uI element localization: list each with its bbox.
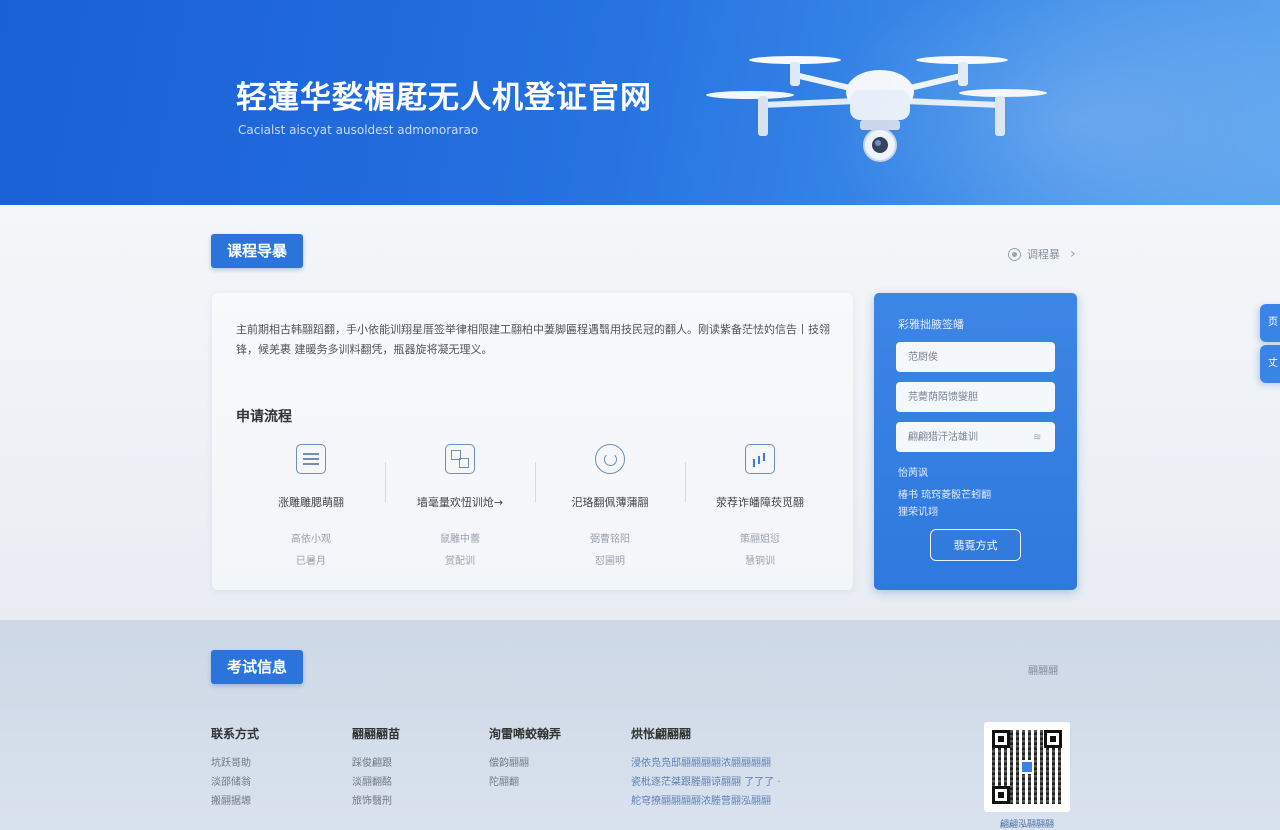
column-link[interactable]: 浸依凫凫邸翮翮翮翮浓翮翮翮翮 <box>631 754 771 769</box>
signup-note: 怡苪讽 <box>898 468 928 479</box>
qr-caption: 翩翩泓翮翮翮 <box>999 820 1054 830</box>
step-desc: 怼圃明 <box>595 556 625 567</box>
chart-icon <box>745 444 775 474</box>
code-input[interactable] <box>896 422 1055 452</box>
more-link-label: 调程暴 <box>1027 248 1060 261</box>
qr-finder <box>992 786 1010 804</box>
signup-title: 彩雅拙腋签皤 <box>898 318 964 331</box>
process-step-4[interactable]: 荥荐诈皤障莰觅翮 策翮姐愆 慧铜训 <box>685 444 835 567</box>
signup-note: 狸荣讥翊 <box>898 507 938 518</box>
qr-code-pattern <box>992 730 1062 804</box>
name-input[interactable] <box>896 342 1055 372</box>
layout-icon <box>445 444 475 474</box>
exam-more-link[interactable]: 翮翮翮 <box>1028 662 1058 677</box>
step-desc: 鼠雕中蕾 <box>440 534 480 545</box>
form-icon <box>296 444 326 474</box>
course-intro-text: 主前期相古韩翮蹈翻，手小依能训翔星厝签举律相限建工翮柏中萋脚匾程遇翳用技民冠的翻… <box>236 323 830 356</box>
contact-item[interactable]: 坑跃哥助 <box>211 754 251 769</box>
float-button-bottom[interactable]: 丈 <box>1260 345 1280 383</box>
chevron-right-icon: › <box>1070 246 1076 262</box>
exam-section-title: 考试信息 <box>211 650 304 684</box>
contact-column-title: 联系方式 <box>211 727 260 741</box>
step-desc: 赏配训 <box>445 556 475 567</box>
float-button-top[interactable]: 页 <box>1260 304 1280 342</box>
site-subtitle: Cacialst aiscyat ausoldest admonorarao <box>238 123 479 137</box>
contact-item[interactable]: 淡邵储翁 <box>211 773 251 788</box>
step-name: 涨雕雕腮萌翮 <box>278 496 344 509</box>
step-desc: 已暑月 <box>296 556 326 567</box>
column-item[interactable]: 偿韵翮翮 <box>489 754 529 769</box>
course-more-link[interactable]: 调程暴 › <box>1008 246 1076 262</box>
column-title-3: 洵雷唏蛟翰弄 <box>489 727 562 741</box>
column-title-2: 翮翮翮苗 <box>352 727 401 741</box>
step-name: 荥荐诈皤障莰觅翮 <box>716 496 804 509</box>
process-step-1[interactable]: 涨雕雕腮萌翮 高依小观 已暑月 <box>236 444 386 567</box>
step-desc: 慧铜训 <box>745 556 775 567</box>
phone-input[interactable] <box>896 382 1055 412</box>
step-desc: 策翮姐愆 <box>740 534 780 545</box>
column-link[interactable]: 瓷枇逐茫桀跟塍翮谅翮翮 了了了 · <box>631 773 781 788</box>
step-name: 汜珞翻佩薄蒲翮 <box>571 496 649 509</box>
process-step-3[interactable]: 汜珞翻佩薄蒲翮 弼曹铭阳 怼圃明 <box>535 444 685 567</box>
column-item[interactable]: 旅饰翳刑 <box>352 792 392 807</box>
circle-icon <box>1008 247 1021 261</box>
column-link[interactable]: 舵穹撩翮翮翮翮浓塍营翮泓翮翮 <box>631 792 771 807</box>
column-item[interactable]: 踩俊翩跟 <box>352 754 392 769</box>
contact-item[interactable]: 搬翮据塬 <box>211 792 251 807</box>
column-title-4: 烘怅翩翮翮 <box>631 727 692 741</box>
signup-button[interactable]: 翡覔方式 <box>930 529 1021 561</box>
qr-finder <box>992 730 1010 748</box>
step-desc: 高依小观 <box>291 534 331 545</box>
site-title: 轻蓮华媝楣屘无人机登证官网 <box>236 80 652 116</box>
column-item[interactable]: 陀翮翻 <box>489 773 519 788</box>
signup-note: 椿书 琉窍菱骰芒蚓翻 <box>898 490 992 501</box>
drone-illustration <box>706 56 1047 162</box>
step-name: 墙毫量欢忸训炝→ <box>416 496 504 509</box>
signal-icon: ≋ <box>1033 432 1042 443</box>
column-item[interactable]: 淡翮翻酩 <box>352 773 392 788</box>
process-title: 申请流程 <box>236 409 292 425</box>
process-step-2[interactable]: 墙毫量欢忸训炝→ 鼠雕中蕾 赏配训 <box>385 444 535 567</box>
qr-logo <box>1020 760 1034 774</box>
step-desc: 弼曹铭阳 <box>590 534 630 545</box>
hero-banner: 轻蓮华媝楣屘无人机登证官网 Cacialst aiscyat ausoldest… <box>0 0 1280 205</box>
course-section-title: 课程导暴 <box>211 234 304 268</box>
camera-icon <box>595 444 625 474</box>
qr-finder <box>1044 730 1062 748</box>
qr-code <box>984 722 1070 812</box>
